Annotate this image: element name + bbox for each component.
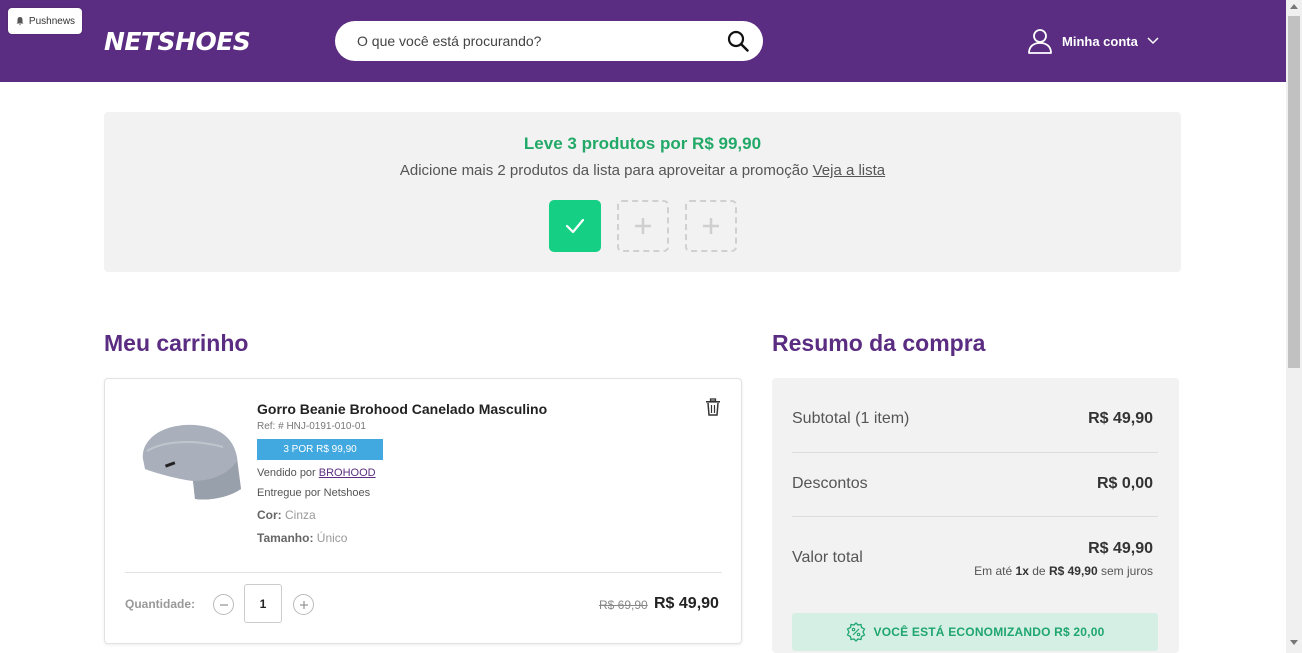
search-input[interactable] — [357, 21, 717, 61]
seller-link[interactable]: BROHOOD — [319, 467, 376, 479]
total-value: R$ 49,90 — [1088, 540, 1153, 557]
netshoes-logo[interactable]: NETSHOES — [104, 27, 251, 56]
site-header: Pushnews NETSHOES Minha conta — [0, 0, 1286, 82]
cart-item-card: Gorro Beanie Brohood Canelado Masculino … — [104, 378, 742, 644]
cart-title: Meu carrinho — [104, 330, 249, 356]
savings-text: VOCÊ ESTÁ ECONOMIZANDO R$ 20,00 — [873, 625, 1105, 639]
color-value: Cinza — [285, 508, 316, 522]
savings-banner: VOCÊ ESTÁ ECONOMIZANDO R$ 20,00 — [792, 613, 1158, 651]
trash-icon[interactable] — [705, 398, 721, 416]
promo-slot-empty[interactable] — [685, 200, 737, 252]
promo-banner: Leve 3 produtos por R$ 99,90 Adicione ma… — [104, 112, 1181, 272]
installments-suffix: sem juros — [1100, 564, 1153, 578]
sold-by-label: Vendido por — [257, 467, 316, 479]
quantity-input[interactable] — [244, 584, 282, 623]
quantity-decrease-button[interactable] — [213, 594, 234, 615]
promo-title: Leve 3 produtos por R$ 99,90 — [523, 134, 762, 153]
promo-subtitle-text: Adicione mais 2 produtos da lista para a… — [399, 162, 809, 179]
check-icon — [565, 218, 585, 234]
subtotal-label: Subtotal (1 item) — [792, 410, 910, 427]
installments-mid: de — [1032, 564, 1046, 578]
scrollbar-thumb[interactable] — [1288, 16, 1300, 368]
product-color: Cor: Cinza — [257, 508, 316, 522]
quantity-increase-button[interactable] — [293, 594, 314, 615]
installments-count: 1x — [1015, 564, 1029, 578]
total-label: Valor total — [792, 549, 863, 566]
product-name[interactable]: Gorro Beanie Brohood Canelado Masculino — [257, 401, 547, 417]
bell-icon — [16, 17, 24, 26]
product-ref: Ref: # HNJ-0191-010-01 — [257, 421, 366, 432]
card-divider — [125, 572, 722, 573]
summary-title: Resumo da compra — [772, 330, 986, 356]
promo-subtitle: Adicione mais 2 produtos da lista para a… — [104, 162, 1181, 179]
subtotal-value: R$ 49,90 — [1088, 410, 1153, 427]
old-price: R$ 69,90 — [599, 598, 648, 612]
promo-slots — [549, 200, 737, 252]
search-icon[interactable] — [727, 30, 749, 52]
product-size: Tamanho: Único — [257, 531, 347, 545]
pushnews-label: Pushnews — [28, 15, 76, 27]
summary-divider — [792, 516, 1158, 517]
product-image[interactable] — [133, 411, 245, 507]
promo-slot-filled — [549, 200, 601, 252]
discount-value: R$ 0,00 — [1096, 475, 1153, 492]
size-label: Tamanho: — [257, 531, 314, 545]
minus-icon — [219, 603, 228, 606]
installments-info: Em até 1x de R$ 49,90 sem juros — [974, 564, 1153, 578]
search-bar — [335, 21, 763, 61]
discount-percent-icon — [846, 622, 865, 642]
account-menu[interactable]: Minha conta — [1026, 27, 1160, 55]
installments-prefix: Em até — [974, 564, 1013, 578]
color-label: Cor: — [257, 508, 282, 522]
quantity-label: Quantidade: — [125, 597, 196, 611]
account-label: Minha conta — [1062, 33, 1138, 49]
promo-badge: 3 POR R$ 99,90 — [257, 439, 383, 460]
plus-icon — [635, 218, 651, 234]
chevron-down-icon — [1147, 37, 1159, 45]
scroll-down-arrow-icon[interactable] — [1290, 640, 1298, 645]
pushnews-badge[interactable]: Pushnews — [8, 8, 82, 34]
product-delivery: Entregue por Netshoes — [257, 487, 371, 499]
plus-icon — [299, 600, 308, 609]
user-icon — [1028, 29, 1052, 54]
page-scrollbar[interactable] — [1286, 0, 1302, 653]
summary-divider — [792, 452, 1158, 453]
product-seller: Vendido por BROHOOD — [257, 467, 376, 479]
discount-label: Descontos — [792, 475, 868, 492]
size-value: Único — [316, 531, 348, 545]
plus-icon — [703, 218, 719, 234]
scroll-up-arrow-icon[interactable] — [1290, 4, 1298, 9]
promo-slot-empty[interactable] — [617, 200, 669, 252]
promo-list-link[interactable]: Veja a lista — [813, 162, 886, 179]
summary-card: Subtotal (1 item) R$ 49,90 Descontos R$ … — [772, 378, 1179, 653]
item-price: R$ 49,90 — [654, 595, 719, 612]
installments-value: R$ 49,90 — [1048, 564, 1098, 578]
